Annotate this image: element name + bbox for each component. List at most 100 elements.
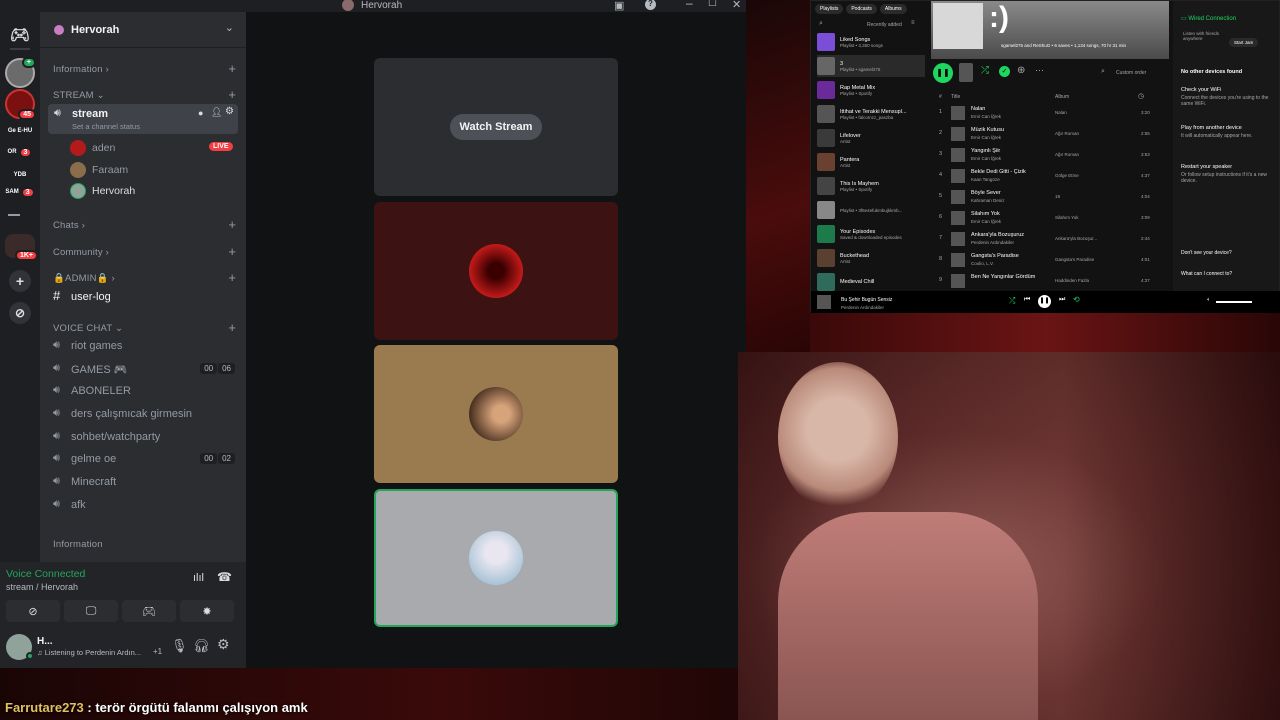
library-item[interactable]: Your Episodes Saved & downloaded episodes bbox=[817, 223, 925, 245]
track-artist[interactable]: Kaan Tangöze bbox=[971, 177, 1000, 182]
server-folder[interactable]: OR 3 bbox=[5, 144, 35, 160]
category-voice-chat[interactable]: VOICE CHAT ⌄ bbox=[53, 323, 123, 334]
track-artist[interactable]: Emir Can İğrek bbox=[971, 114, 1001, 119]
help-icon[interactable]: ? bbox=[645, 0, 656, 10]
add-channel-icon[interactable]: + bbox=[228, 61, 236, 76]
library-item[interactable]: Buckethead Artist bbox=[817, 247, 925, 269]
chat-icon[interactable]: ● bbox=[198, 108, 203, 118]
voice-channel[interactable]: 🔊︎ sohbet/watchparty bbox=[53, 427, 239, 447]
voice-channel[interactable]: 🔊︎ afk bbox=[53, 495, 239, 515]
shuffle-icon[interactable]: ⤮ bbox=[981, 65, 989, 76]
playlist-thumb[interactable] bbox=[959, 63, 973, 82]
library-item[interactable]: Playlist • 3f6e4efukmbujkkmb... bbox=[817, 199, 925, 221]
library-item[interactable]: İttihat ve Terakki Mensupl... Playlist • … bbox=[817, 103, 925, 125]
noise-suppression-icon[interactable]: ılıl bbox=[193, 572, 204, 584]
now-playing-cover[interactable] bbox=[817, 295, 831, 309]
library-item[interactable]: Liked Songs Playlist • 3,350 songs bbox=[817, 31, 925, 53]
start-jam-button[interactable]: Start Jam bbox=[1229, 38, 1259, 47]
soundboard-button[interactable]: ✸ bbox=[180, 600, 234, 622]
volume-icon[interactable]: 🔈︎ bbox=[1207, 297, 1211, 304]
server-folder[interactable]: YDB bbox=[5, 167, 35, 183]
participant-tile[interactable] bbox=[374, 345, 618, 483]
library-item[interactable]: This Is Mayhem Playlist • Spotify bbox=[817, 175, 925, 197]
category-chats[interactable]: Chats › bbox=[53, 220, 85, 231]
track-row[interactable]: 7 Ankara'yla Bozuşuruz Perdenin Ardındakil… bbox=[935, 229, 1165, 250]
disconnect-icon[interactable]: ☎ bbox=[217, 570, 232, 584]
close-icon[interactable]: ✕ bbox=[732, 0, 741, 11]
participant-tile[interactable] bbox=[374, 202, 618, 340]
library-item[interactable]: Rap Metal Mix Playlist • Spotify bbox=[817, 79, 925, 101]
add-channel-icon[interactable]: + bbox=[228, 87, 236, 102]
channel-status[interactable]: Set a channel status bbox=[72, 122, 140, 131]
track-row[interactable]: 8 Gangsta's Paradise Coolio, L.V. Gangsta's… bbox=[935, 250, 1165, 271]
library-item[interactable]: Lifelover Artist bbox=[817, 127, 925, 149]
voice-channel[interactable]: 🔊︎ gelme oe 00 02 bbox=[53, 449, 239, 469]
voice-member[interactable]: Faraam bbox=[70, 160, 128, 180]
voice-channel[interactable]: 🔊︎ ders çalışmıcak girmesin bbox=[53, 404, 239, 424]
track-row[interactable]: 3 Yangınlı Şiir Emir Can İğrek Ağır Roman 3:… bbox=[935, 145, 1165, 166]
minimize-icon[interactable]: – bbox=[686, 0, 693, 10]
voice-channel[interactable]: 🔊︎ Minecraft bbox=[53, 472, 239, 492]
channel-user-log[interactable]: # user-log bbox=[53, 287, 239, 307]
server-header[interactable]: Hervorah ⌄ bbox=[40, 12, 246, 48]
voice-channel[interactable]: 🔊︎ ABONELER bbox=[53, 381, 239, 401]
microphone-icon[interactable]: 🎙︎ bbox=[171, 638, 188, 654]
user-settings-gear-icon[interactable]: ⚙ bbox=[217, 636, 230, 653]
track-row[interactable]: 2 Müzik Kutusu Emir Can İğrek Ağır Roman 2:5… bbox=[935, 124, 1165, 145]
track-album[interactable]: 19 bbox=[1055, 194, 1115, 199]
voice-member[interactable]: aden bbox=[70, 138, 115, 158]
track-album[interactable]: Ankara'yla Bozuşur... bbox=[1055, 236, 1115, 241]
voice-channel[interactable]: 🔊︎ riot games bbox=[53, 336, 239, 356]
headphones-icon[interactable]: 🎧︎ bbox=[193, 638, 210, 654]
track-row[interactable]: 4 Bekle Dedi Gitti - Çizik Kaan Tangöze Göl… bbox=[935, 166, 1165, 187]
sort-dropdown[interactable]: Recently added bbox=[867, 22, 902, 28]
discord-home-icon[interactable]: 🎮︎ bbox=[5, 20, 35, 50]
tab-albums[interactable]: Albums bbox=[879, 4, 907, 14]
track-album[interactable]: Ağır Roman bbox=[1055, 131, 1115, 136]
participant-tile[interactable] bbox=[374, 489, 618, 627]
tab-podcasts[interactable]: Podcasts bbox=[846, 4, 877, 14]
library-item[interactable]: 3 Playlist • sgamel275 bbox=[817, 55, 925, 77]
what-can-connect-link[interactable]: What can I connect to? bbox=[1181, 271, 1232, 277]
search-icon[interactable]: ⌕ bbox=[819, 20, 823, 28]
voice-connected-channel[interactable]: stream / Hervorah bbox=[6, 582, 78, 592]
track-artist[interactable]: Emir Can İğrek bbox=[971, 135, 1001, 140]
now-playing-artist[interactable]: Perdenin Ardındakiler bbox=[841, 305, 884, 310]
track-album[interactable]: Gölge Etme bbox=[1055, 173, 1115, 178]
library-item[interactable]: Pantera Artist bbox=[817, 151, 925, 173]
invite-icon[interactable]: 👤︎ bbox=[211, 107, 222, 118]
activities-button[interactable]: 🎮︎ bbox=[122, 600, 176, 622]
track-row[interactable]: 5 Böyle Sever Kahraman Deniz 19 4:04 bbox=[935, 187, 1165, 208]
saved-check-icon[interactable]: ✓ bbox=[999, 66, 1010, 77]
stream-tile[interactable]: Watch Stream bbox=[374, 58, 618, 196]
screen-share-button[interactable]: 🖵︎ bbox=[64, 600, 118, 622]
list-icon[interactable]: ≡ bbox=[911, 20, 915, 26]
dont-see-device-link[interactable]: Don't see your device? bbox=[1181, 250, 1232, 256]
track-album[interactable]: Nalan bbox=[1055, 110, 1115, 115]
category-information[interactable]: Information bbox=[53, 539, 103, 550]
track-album[interactable]: Ağır Roman bbox=[1055, 152, 1115, 157]
track-artist[interactable]: Coolio, L.V. bbox=[971, 261, 994, 266]
voice-connected-title[interactable]: Voice Connected bbox=[6, 568, 85, 580]
track-row[interactable]: 9 Ben Ne Yangınlar Gördüm Haddinden Fazla 4… bbox=[935, 271, 1165, 292]
voice-channel[interactable]: 🔊︎ GAMES 🎮 00 06 bbox=[53, 359, 239, 379]
track-artist[interactable]: Perdenin Ardındakiler bbox=[971, 240, 1014, 245]
track-artist[interactable]: Kahraman Deniz bbox=[971, 198, 1005, 203]
track-row[interactable]: 1 Nalan Emir Can İğrek Nalan 3:20 bbox=[935, 103, 1165, 124]
server-icon[interactable]: + bbox=[5, 57, 36, 88]
now-playing-title[interactable]: Bu Şehir Bugün Sensiz bbox=[841, 297, 892, 303]
download-icon[interactable]: ⊕ bbox=[1017, 65, 1025, 76]
category-information[interactable]: Information › bbox=[53, 64, 109, 75]
search-icon[interactable]: ⌕ bbox=[1101, 68, 1105, 76]
category-stream[interactable]: STREAM ⌄ bbox=[53, 90, 105, 101]
server-icon[interactable]: 45 bbox=[5, 89, 36, 120]
gear-icon[interactable]: ⚙ bbox=[225, 106, 234, 117]
library-item[interactable]: Medieval Chill bbox=[817, 271, 925, 293]
chevron-down-icon[interactable]: ⌄ bbox=[225, 21, 234, 34]
server-folder[interactable]: Ge E-HU bbox=[5, 124, 35, 138]
camera-button[interactable]: ⊘ bbox=[6, 600, 60, 622]
track-row[interactable]: 6 Silahım Yok Emir Can İğrek Silahım Yok 3:0… bbox=[935, 208, 1165, 229]
repeat-icon[interactable]: ⟲ bbox=[1073, 295, 1080, 304]
server-folder[interactable]: 1K+ bbox=[5, 234, 38, 261]
more-options-icon[interactable]: ⋯ bbox=[1035, 65, 1044, 76]
